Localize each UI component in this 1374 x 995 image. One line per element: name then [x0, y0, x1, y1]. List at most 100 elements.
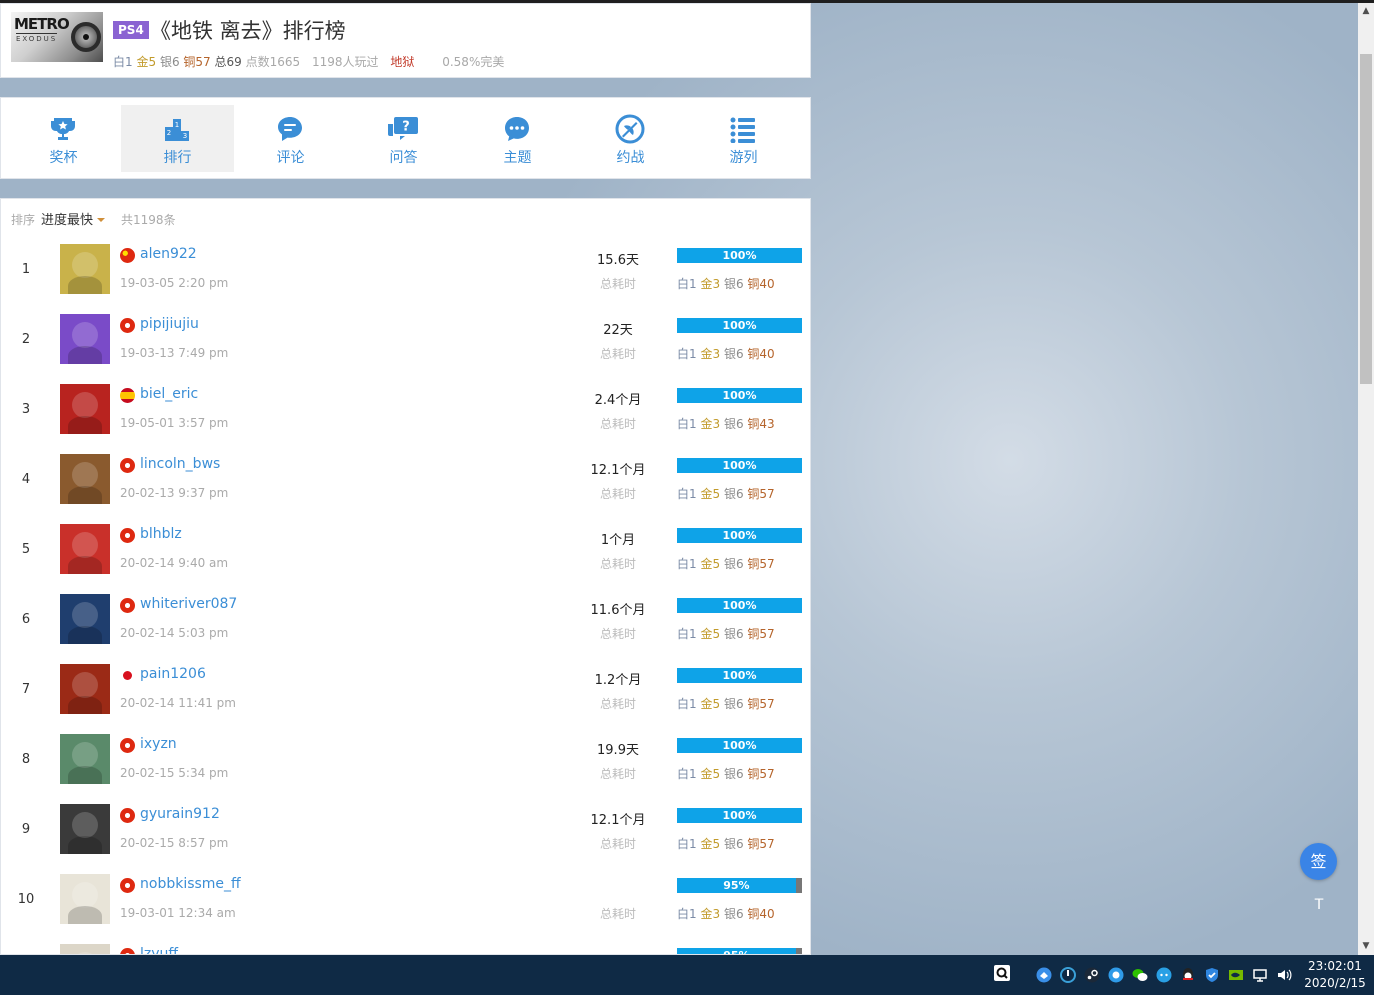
- tab-label-trophy: 奖杯: [49, 150, 78, 166]
- elapsed-label: 总耗时: [599, 907, 636, 921]
- username-link[interactable]: lzyuff: [140, 946, 178, 954]
- sort-bar: 排序 进度最快 共1198条: [11, 209, 176, 228]
- bird-app-icon[interactable]: [1036, 967, 1052, 983]
- user-avatar[interactable]: [60, 944, 110, 954]
- user-avatar[interactable]: [60, 524, 110, 574]
- trophy-summary: 白1 金3 银6 铜40: [677, 275, 775, 292]
- trophy-bronze: 铜57: [747, 557, 775, 571]
- user-avatar[interactable]: [60, 594, 110, 644]
- scroll-up-arrow-icon[interactable]: ▲: [1358, 3, 1374, 20]
- ranking-row[interactable]: 2 pipijiujiu 19-03-13 7:49 pm 22天 总耗时 100% 白1 …: [1, 304, 810, 374]
- tab-label-topic: 主题: [503, 150, 532, 166]
- sort-dropdown[interactable]: 进度最快: [41, 213, 106, 228]
- tab-trophy[interactable]: 奖杯: [7, 105, 120, 172]
- trophy-silver: 银6: [723, 277, 744, 291]
- tab-qa[interactable]: ? 问答: [347, 105, 460, 172]
- country-flag-icon: [120, 528, 135, 543]
- elapsed-time: 1个月: [600, 533, 636, 548]
- trophy-platinum: 白1: [677, 697, 697, 711]
- completion-time: 19-03-01 12:34 am: [120, 906, 236, 920]
- volume-icon[interactable]: [1276, 967, 1292, 983]
- tab-gamelist[interactable]: 游列: [687, 105, 800, 172]
- steam-icon[interactable]: [1084, 967, 1100, 983]
- user-avatar[interactable]: [60, 734, 110, 784]
- result-count: 共1198条: [121, 213, 176, 227]
- chat-app-icon[interactable]: [1156, 967, 1172, 983]
- user-avatar[interactable]: [60, 874, 110, 924]
- elapsed-label: 总耗时: [599, 627, 636, 641]
- trophy-silver: 银6: [723, 627, 744, 641]
- ranking-row[interactable]: 9 gyurain912 20-02-15 8:57 pm 12.1个月 总耗时 100%…: [1, 794, 810, 864]
- power-icon[interactable]: [1060, 967, 1076, 983]
- windows-taskbar: 23:02:01 2020/2/15: [0, 955, 1374, 995]
- trophy-bronze: 铜57: [747, 837, 775, 851]
- scroll-thumb[interactable]: [1360, 54, 1372, 384]
- elapsed-time: 1.2个月: [594, 673, 642, 688]
- rank-number: 5: [21, 542, 31, 557]
- platform-badge: PS4: [113, 21, 149, 39]
- username-link[interactable]: alen922: [140, 246, 197, 262]
- network-icon[interactable]: [1252, 967, 1268, 983]
- username-link[interactable]: biel_eric: [140, 386, 198, 402]
- trophy-summary: 白1 金5 银6 铜57: [677, 625, 775, 642]
- tab-battle[interactable]: 约战: [574, 105, 687, 172]
- elapsed-label: 总耗时: [599, 767, 636, 781]
- back-to-top-button[interactable]: T: [1309, 897, 1329, 917]
- page-scrollbar[interactable]: ▲ ▼: [1358, 3, 1374, 955]
- ranking-row[interactable]: 7 pain1206 20-02-14 11:41 pm 1.2个月 总耗时 100% 白1…: [1, 654, 810, 724]
- username-link[interactable]: pipijiujiu: [140, 316, 199, 332]
- username-link[interactable]: blhblz: [140, 526, 182, 542]
- tab-ranking[interactable]: 1 2 3 排行: [121, 105, 234, 172]
- ranking-row[interactable]: 8 ixyzn 20-02-15 5:34 pm 19.9天 总耗时 100% 白1 金5 …: [1, 724, 810, 794]
- search-app-icon[interactable]: [994, 965, 1010, 981]
- tab-comment[interactable]: 评论: [234, 105, 347, 172]
- rank-number: 8: [21, 752, 31, 767]
- progress-text: 100%: [722, 389, 757, 402]
- progress-bar: 100%: [677, 598, 802, 613]
- tab-label-comment: 评论: [276, 150, 305, 166]
- shield-icon[interactable]: [1204, 967, 1220, 983]
- username-link[interactable]: pain1206: [140, 666, 206, 682]
- ranking-row[interactable]: 10 nobbkissme_ff 19-03-01 12:34 am 总耗时 95% 白1…: [1, 864, 810, 934]
- tab-topic[interactable]: 主题: [461, 105, 574, 172]
- username-link[interactable]: whiteriver087: [140, 596, 237, 612]
- qq-icon[interactable]: [1180, 967, 1196, 983]
- ranking-list: 排序 进度最快 共1198条 1 alen922 19-03-05 2:20 pm 15.…: [0, 198, 811, 955]
- username-link[interactable]: nobbkissme_ff: [140, 876, 241, 892]
- user-avatar[interactable]: [60, 664, 110, 714]
- ranking-row[interactable]: 5 blhblz 20-02-14 9:40 am 1个月 总耗时 100% 白1 金5 银…: [1, 514, 810, 584]
- nvidia-icon[interactable]: [1228, 967, 1244, 983]
- progress-text: 100%: [722, 739, 757, 752]
- trophy-bronze: 铜57: [747, 487, 775, 501]
- progress-bar: 95%: [677, 948, 802, 954]
- trophy-gold: 金5: [700, 627, 721, 641]
- question-icon: ?: [388, 117, 418, 140]
- user-avatar[interactable]: [60, 384, 110, 434]
- username-link[interactable]: ixyzn: [140, 736, 177, 752]
- trophy-summary: 白1 金3 银6 铜40: [677, 905, 775, 922]
- user-avatar[interactable]: [60, 244, 110, 294]
- trophy-bronze: 铜43: [747, 417, 775, 431]
- scroll-down-arrow-icon[interactable]: ▼: [1358, 938, 1374, 955]
- ranking-row[interactable]: 1 alen922 19-03-05 2:20 pm 15.6天 总耗时 100% 白1 金…: [1, 234, 810, 304]
- ranking-row[interactable]: 3 biel_eric 19-05-01 3:57 pm 2.4个月 总耗时 100% 白1…: [1, 374, 810, 444]
- user-avatar[interactable]: [60, 314, 110, 364]
- sign-in-button[interactable]: 签: [1300, 843, 1337, 880]
- username-link[interactable]: gyurain912: [140, 806, 220, 822]
- svg-text:2: 2: [167, 129, 171, 137]
- tab-label-qa: 问答: [389, 150, 418, 166]
- trophy-summary: 白1 金3 银6 铜40: [677, 345, 775, 362]
- trophy-gold: 金3: [700, 347, 721, 361]
- taskbar-clock[interactable]: 23:02:01 2020/2/15: [1300, 958, 1370, 992]
- ranking-row[interactable]: 4 lincoln_bws 20-02-13 9:37 pm 12.1个月 总耗时 100…: [1, 444, 810, 514]
- elapsed-label: 总耗时: [599, 837, 636, 851]
- ranking-row[interactable]: 6 whiteriver087 20-02-14 5:03 pm 11.6个月 总耗时 1…: [1, 584, 810, 654]
- game-cover[interactable]: METRO EXODUS: [11, 12, 103, 62]
- wechat-icon[interactable]: [1132, 967, 1148, 983]
- user-avatar[interactable]: [60, 804, 110, 854]
- username-link[interactable]: lincoln_bws: [140, 456, 220, 472]
- ranking-row[interactable]: lzyuff5.1天总耗时95%: [1, 934, 810, 954]
- trophy-silver: 银6: [723, 347, 744, 361]
- browser-icon[interactable]: [1108, 967, 1124, 983]
- user-avatar[interactable]: [60, 454, 110, 504]
